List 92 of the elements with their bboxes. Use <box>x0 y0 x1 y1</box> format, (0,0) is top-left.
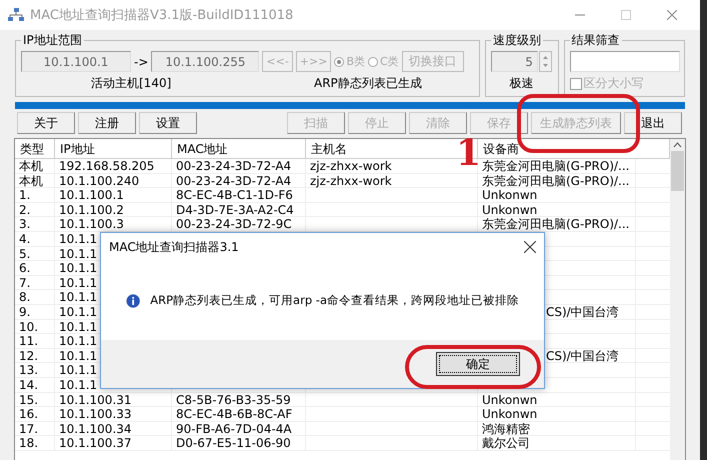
table-cell: D0-67-E5-11-06-90 <box>176 436 291 450</box>
table-cell: 10.1.100.34 <box>59 422 132 436</box>
table-cell: 10.1.1 <box>59 363 98 378</box>
start-ip-field[interactable]: 10.1.100.1 <box>21 51 131 72</box>
table-cell: 00-23-24-3D-72-9C <box>176 217 292 232</box>
table-cell: 17. <box>19 422 38 436</box>
table-cell: 2. <box>19 202 30 217</box>
table-cell: 1. <box>19 188 30 202</box>
table-cell: D4-3D-7E-3A-A2-C4 <box>176 202 294 217</box>
table-cell: 本机 <box>19 174 43 188</box>
table-cell: 12. <box>19 348 38 363</box>
table-cell: 东莞金河田电脑(G-PRO)/... <box>482 174 630 188</box>
column-header[interactable]: 设备商 <box>483 142 519 156</box>
table-cell: 18. <box>19 436 38 450</box>
speed-field[interactable]: 5 <box>490 51 538 72</box>
table-cell: 10.1.100.31 <box>59 392 132 406</box>
table-cell: 8. <box>19 290 30 304</box>
table-cell: 00-23-24-3D-72-A4 <box>176 174 292 188</box>
table-cell: 10.1.1 <box>59 304 98 319</box>
toolbar-button[interactable]: 注册 <box>78 112 136 134</box>
table-cell: 10.1.1 <box>59 246 98 261</box>
table-cell: 8C-EC-4B-C1-1D-F6 <box>176 188 293 202</box>
table-cell: 16. <box>19 407 38 422</box>
table-cell: 戴尔公司 <box>482 436 530 450</box>
filter-field[interactable] <box>570 51 680 72</box>
table-cell: 10.1.100.1 <box>59 188 124 202</box>
active-hosts-label: 活动主机[140] <box>91 75 172 92</box>
table-cell: zjz-zhxx-work <box>310 174 392 188</box>
group-label: 结果筛查 <box>570 32 621 49</box>
scrollbar-thumb[interactable] <box>671 151 684 191</box>
table-cell: 4. <box>19 232 30 246</box>
end-ip-field[interactable]: 10.1.100.255 <box>151 51 260 72</box>
table-cell: 14. <box>19 378 38 392</box>
table-cell: 15. <box>19 392 38 406</box>
table-cell: 90-FB-A6-7D-04-4A <box>176 422 292 436</box>
annotation-marker: 1 <box>456 134 482 172</box>
table-cell: 10.1.100.37 <box>59 436 132 450</box>
table-cell: 8C-EC-4B-6B-8C-AF <box>176 407 292 422</box>
table-cell: 10.1.100.2 <box>59 202 124 217</box>
table-cell: 3. <box>19 217 30 232</box>
toolbar-button[interactable]: 关于 <box>17 112 75 134</box>
group-label: IP地址范围 <box>22 32 83 49</box>
group-label: 速度级别 <box>492 32 542 49</box>
table-cell: 鸿海精密 <box>482 422 530 436</box>
column-header[interactable]: 主机名 <box>311 142 347 156</box>
table-cell: 10.1.1 <box>59 290 98 304</box>
table-cell: 5. <box>19 246 30 261</box>
table-cell: 6. <box>19 261 30 276</box>
table-cell: 10.1.100.240 <box>59 174 140 188</box>
column-header[interactable]: 类型 <box>20 142 44 156</box>
table-cell: 13. <box>19 363 38 378</box>
table-cell: C8-5B-76-B3-35-59 <box>176 392 291 406</box>
arrow-label: -> <box>134 54 148 68</box>
table-cell: 10.1.1 <box>59 261 98 276</box>
status-label: ARP静态列表已生成 <box>314 75 422 92</box>
table-cell: Unkonwn <box>482 188 538 202</box>
table-cell: 10.1.100.33 <box>59 407 132 422</box>
close-button[interactable] <box>524 241 536 253</box>
table-cell: 10.1.100.3 <box>59 217 124 232</box>
table-cell: 10.1.1 <box>59 348 98 363</box>
toolbar-button[interactable]: 设置 <box>139 112 197 134</box>
table-cell: 00-23-24-3D-72-A4 <box>176 159 292 173</box>
table-cell: Unkonwn <box>482 202 538 217</box>
column-header[interactable]: MAC地址 <box>177 142 228 156</box>
table-cell: CS)/中国台湾 <box>546 348 619 363</box>
table-cell: 10. <box>19 320 38 334</box>
speed-caption: 极速 <box>508 75 535 92</box>
table-cell: 10.1.1 <box>59 378 98 392</box>
table-cell: 11. <box>19 334 38 348</box>
table-cell: Unkonwn <box>482 392 538 406</box>
table-cell: 10.1.1 <box>59 320 98 334</box>
table-cell: 10.1.1 <box>59 276 98 290</box>
table-cell: 7. <box>19 276 30 290</box>
table-cell: 9. <box>19 304 30 319</box>
table-cell: CS)/中国台湾 <box>546 304 619 319</box>
table-cell: Unkonwn <box>482 407 538 422</box>
dialog-title: MAC地址查询扫描器3.1 <box>109 238 240 256</box>
table-cell: 10.1.1 <box>59 232 98 246</box>
table-cell: zjz-zhxx-work <box>310 159 392 173</box>
toolbar-button[interactable]: 退出 <box>624 112 682 134</box>
table-cell: 东莞金河田电脑(G-PRO)/... <box>482 217 630 232</box>
close-icon[interactable] <box>667 10 677 20</box>
table-cell: 10.1.1 <box>59 334 98 348</box>
table-cell: 东莞金河田电脑(G-PRO)/... <box>482 159 630 173</box>
column-header[interactable]: IP地址 <box>60 142 95 156</box>
window-title: MAC地址查询扫描器V3.1版-BuildID111018 <box>30 7 294 24</box>
dialog-message: ARP静态列表已生成，可用arp -a命令查看结果，跨网段地址已被排除 <box>150 293 519 308</box>
ok-button[interactable]: 确定 <box>436 352 520 376</box>
spin-buttons[interactable] <box>538 51 552 72</box>
network-icon <box>8 8 24 22</box>
table-cell: 192.168.58.205 <box>59 159 154 173</box>
table-cell: 本机 <box>19 159 43 173</box>
